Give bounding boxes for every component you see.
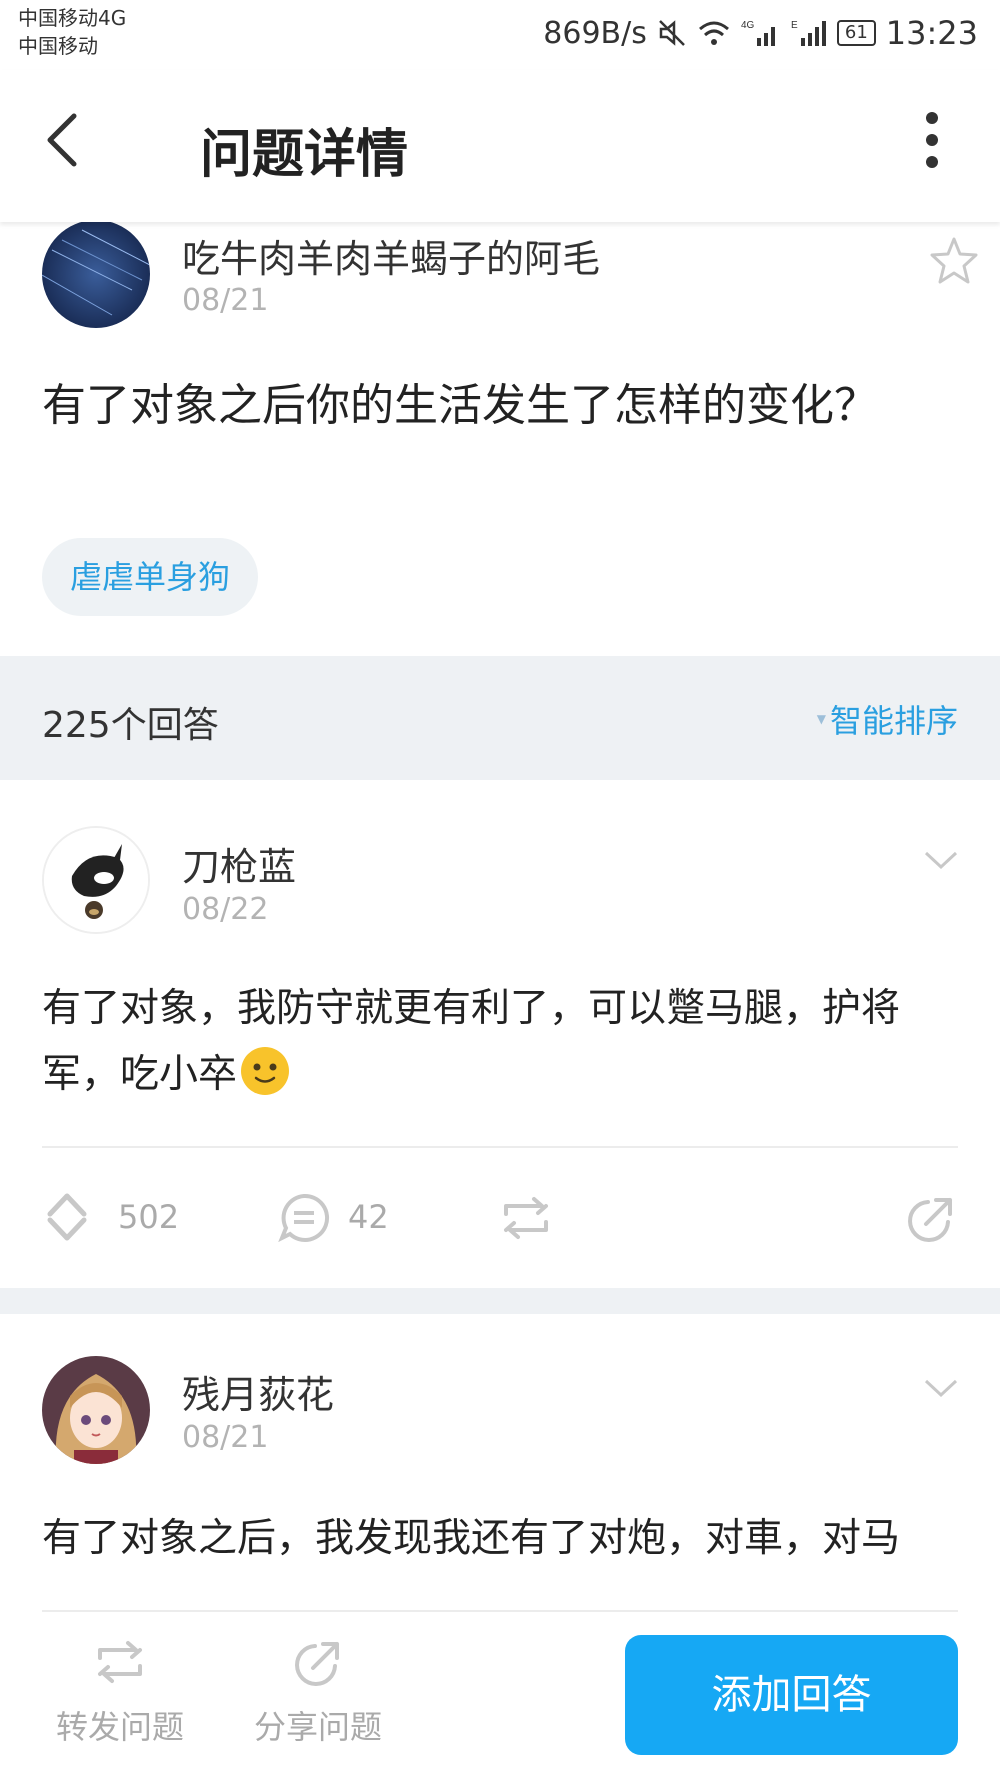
question-author-avatar[interactable] xyxy=(42,220,150,328)
answers-header: 225个回答 ▼ 智能排序 xyxy=(0,656,1000,780)
repost-question-button[interactable]: 转发问题 xyxy=(50,1640,190,1748)
answer-body: 有了对象之后，我发现我还有了对炮，对車，对马 xyxy=(42,1506,922,1610)
add-answer-button[interactable]: 添加回答 xyxy=(625,1635,958,1755)
repost-question-label: 转发问题 xyxy=(55,1708,184,1746)
status-bar: 中国移动4G 中国移动 869B/s 4G E 61 13:23 xyxy=(0,0,1000,70)
vote-count: 502 xyxy=(118,1198,180,1236)
answer-text: 有了对象，我防守就更有利了，可以蹩马腿，护将军，吃小卒 xyxy=(42,986,901,1097)
answer-date: 08/21 xyxy=(182,1420,269,1455)
vote-button[interactable]: 502 xyxy=(42,1190,179,1244)
share-icon[interactable] xyxy=(906,1194,956,1244)
divider xyxy=(42,1610,958,1612)
answer-date: 08/22 xyxy=(182,892,269,927)
topic-tag[interactable]: 虐虐单身狗 xyxy=(42,538,259,616)
bottom-action-bar: 转发问题 分享问题 添加回答 xyxy=(0,1610,1000,1777)
answer-author-name[interactable]: 刀枪蓝 xyxy=(182,836,296,891)
mute-icon xyxy=(658,20,685,46)
comment-button[interactable]: 42 xyxy=(278,1192,389,1242)
share-question-button[interactable]: 分享问题 xyxy=(248,1638,388,1748)
answer-author-name[interactable]: 残月荻花 xyxy=(182,1364,334,1419)
carrier-2: 中国移动 xyxy=(18,34,98,58)
share-icon xyxy=(295,1642,339,1686)
wifi-icon xyxy=(698,21,729,45)
chevron-down-icon[interactable] xyxy=(922,1376,960,1400)
smile-emoji-icon xyxy=(241,1047,290,1095)
app-header: 问题详情 xyxy=(0,70,1000,222)
clock: 13:23 xyxy=(885,14,978,52)
comment-count: 42 xyxy=(348,1198,389,1236)
divider xyxy=(42,1146,958,1148)
comment-icon xyxy=(278,1193,330,1242)
answer-body: 有了对象，我防守就更有利了，可以蹩马腿，护将军，吃小卒 xyxy=(42,976,922,1108)
question-title: 有了对象之后你的生活发生了怎样的变化？ xyxy=(42,380,878,431)
status-icons: 869B/s 4G E 61 13:23 xyxy=(543,14,978,52)
answer-author-avatar[interactable] xyxy=(42,826,150,934)
section-separator xyxy=(0,1288,1000,1314)
page-title: 问题详情 xyxy=(200,125,409,185)
signal-4g-icon: 4G xyxy=(741,20,775,46)
battery-icon: 61 xyxy=(836,20,876,46)
sort-label: 智能排序 xyxy=(829,702,958,740)
star-icon[interactable] xyxy=(928,236,980,286)
svg-text:4G: 4G xyxy=(741,20,755,31)
answer-author-avatar[interactable] xyxy=(42,1356,150,1464)
question-date: 08/21 xyxy=(182,283,269,318)
more-options-icon[interactable] xyxy=(920,108,944,172)
repost-icon xyxy=(98,1641,142,1683)
carrier-1: 中国移动4G xyxy=(18,6,127,30)
answer-text: 有了对象之后，我发现我还有了对炮，对車，对马 xyxy=(42,1516,901,1561)
svg-text:E: E xyxy=(791,20,798,31)
answers-count: 225个回答 xyxy=(42,705,219,746)
network-speed: 869B/s xyxy=(543,15,647,51)
repost-icon[interactable] xyxy=(498,1196,554,1240)
share-question-label: 分享问题 xyxy=(253,1708,382,1746)
vote-icon xyxy=(47,1193,87,1241)
question-author-name[interactable]: 吃牛肉羊肉羊蝎子的阿毛 xyxy=(182,228,600,283)
sort-arrow-icon: ▼ xyxy=(816,712,826,726)
back-arrow-icon[interactable] xyxy=(42,110,82,170)
sort-button[interactable]: ▼ 智能排序 xyxy=(817,696,958,742)
signal-e-icon: E xyxy=(791,20,826,46)
chevron-down-icon[interactable] xyxy=(922,848,960,872)
